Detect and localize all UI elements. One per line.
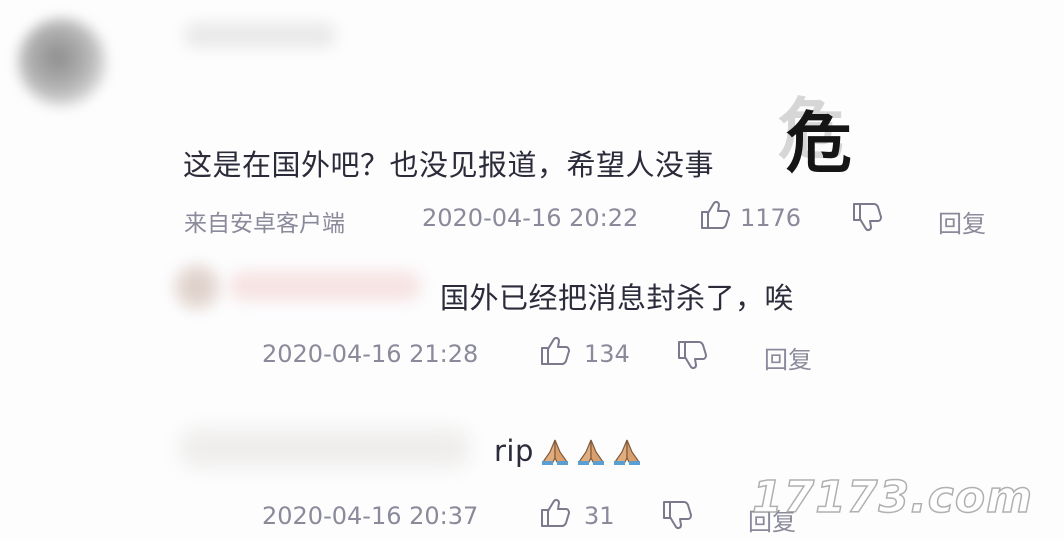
reply-user-blurred[interactable] (180, 428, 470, 468)
folded-hands-icon (541, 439, 569, 465)
like-count: 1176 (740, 204, 802, 232)
folded-hands-icon (577, 439, 605, 465)
reply-avatar-blurred[interactable] (172, 262, 222, 312)
thumbs-up-icon[interactable] (538, 496, 572, 530)
like-count: 31 (584, 502, 615, 530)
danger-emoji-icon: 危 危 (778, 76, 858, 182)
reply-text: 国外已经把消息封杀了，唉 (440, 281, 795, 315)
comment-screenshot: 这是在国外吧？也没见报道，希望人没事 危 危 来自安卓客户端 2020-04-1… (0, 0, 1064, 540)
thumbs-up-icon[interactable] (538, 334, 572, 368)
avatar-blurred[interactable] (18, 18, 106, 106)
thumbs-down-icon[interactable] (675, 338, 709, 372)
comment-source: 来自安卓客户端 (184, 211, 345, 237)
site-watermark: 17173.com (751, 471, 1033, 524)
reply-text-rip: rip (494, 434, 642, 468)
folded-hands-icon (613, 439, 641, 465)
reply-timestamp: 2020-04-16 20:37 (262, 502, 479, 530)
reply-timestamp: 2020-04-16 21:28 (262, 340, 479, 368)
thumbs-down-icon[interactable] (850, 200, 884, 234)
comment-timestamp: 2020-04-16 20:22 (422, 204, 639, 232)
danger-emoji-glyph: 危 (786, 104, 852, 182)
reply-text: rip (494, 434, 534, 468)
username-blurred[interactable] (185, 22, 335, 48)
reply-button[interactable]: 回复 (764, 340, 812, 375)
reply-button[interactable]: 回复 (938, 204, 986, 239)
reply-username-blurred[interactable] (230, 272, 420, 300)
comment-text: 这是在国外吧？也没见报道，希望人没事 (183, 148, 715, 182)
thumbs-up-icon[interactable] (698, 198, 732, 232)
thumbs-down-icon[interactable] (660, 498, 694, 532)
like-count: 134 (584, 340, 630, 368)
